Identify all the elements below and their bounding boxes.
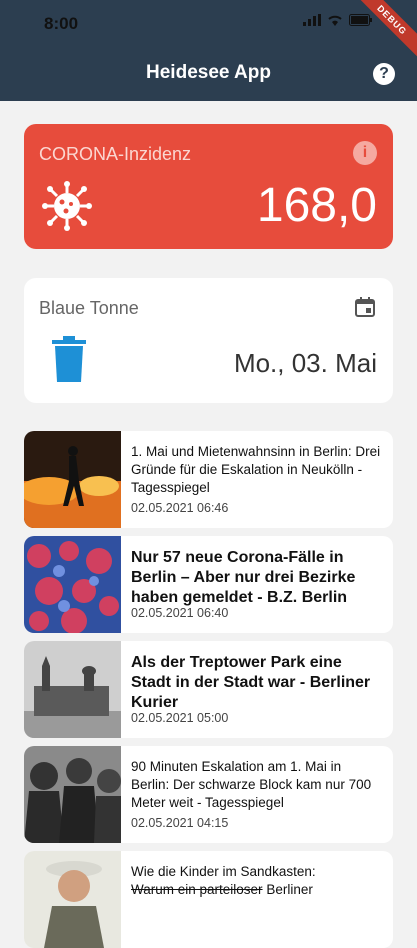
corona-label: CORONA-Inzidenz: [39, 144, 192, 164]
news-item[interactable]: 90 Minuten Eskalation am 1. Mai in Berli…: [24, 746, 393, 843]
wifi-icon: [328, 15, 342, 26]
news-item[interactable]: Als der Treptower Park eine Stadt in der…: [24, 641, 393, 738]
trash-label: Blaue Tonne: [39, 298, 139, 318]
news-item[interactable]: 1. Mai und Mietenwahnsinn in Berlin: Dre…: [24, 431, 393, 528]
news-title-struck: Warum ein parteiloser: [131, 882, 263, 897]
news-title: Als der Treptower Park eine Stadt in der…: [131, 654, 371, 711]
trash-card[interactable]: Blaue Tonne Mo., 03. Mai: [24, 278, 393, 403]
news-title: Wie die Kinder im Sandkasten: Warum ein …: [131, 863, 383, 899]
app-bar: 8:00 DEBUG Heidesee App ?: [0, 0, 417, 101]
news-date: 02.05.2021 05:00: [131, 711, 229, 725]
virus-icon: [42, 181, 92, 231]
help-icon[interactable]: ?: [373, 63, 395, 85]
news-title: Nur 57 neue Corona-Fälle in Berlin – Abe…: [131, 549, 356, 606]
debug-banner: DEBUG: [347, 0, 417, 65]
news-image: [24, 746, 121, 843]
news-image: [24, 536, 121, 633]
trash-date: Mo., 03. Mai: [233, 348, 377, 378]
trash-bin-icon: [52, 336, 86, 382]
status-time: 8:00: [44, 14, 79, 33]
news-item[interactable]: Nur 57 neue Corona-Fälle in Berlin – Abe…: [24, 536, 393, 633]
battery-icon: [349, 14, 372, 26]
news-image: [24, 431, 121, 528]
corona-value: 168,0: [256, 179, 377, 232]
status-icons: [303, 14, 373, 26]
news-date: 02.05.2021 06:40: [131, 606, 229, 620]
info-icon[interactable]: i: [353, 141, 377, 165]
news-title: 1. Mai und Mietenwahnsinn in Berlin: Dre…: [131, 444, 381, 495]
corona-incidence-card[interactable]: CORONA-Inzidenz i 168,0: [24, 124, 393, 249]
calendar-icon[interactable]: [353, 295, 377, 319]
news-date: 02.05.2021 04:15: [131, 816, 229, 830]
news-title: 90 Minuten Eskalation am 1. Mai in Berli…: [131, 759, 372, 810]
news-title-part: Berliner: [266, 882, 313, 897]
news-title-part: Wie die Kinder im Sandkasten:: [131, 864, 316, 879]
news-date: 02.05.2021 06:46: [131, 501, 229, 515]
page-title: Heidesee App: [146, 62, 271, 83]
signal-icon: [303, 14, 321, 26]
news-image: [24, 641, 121, 738]
